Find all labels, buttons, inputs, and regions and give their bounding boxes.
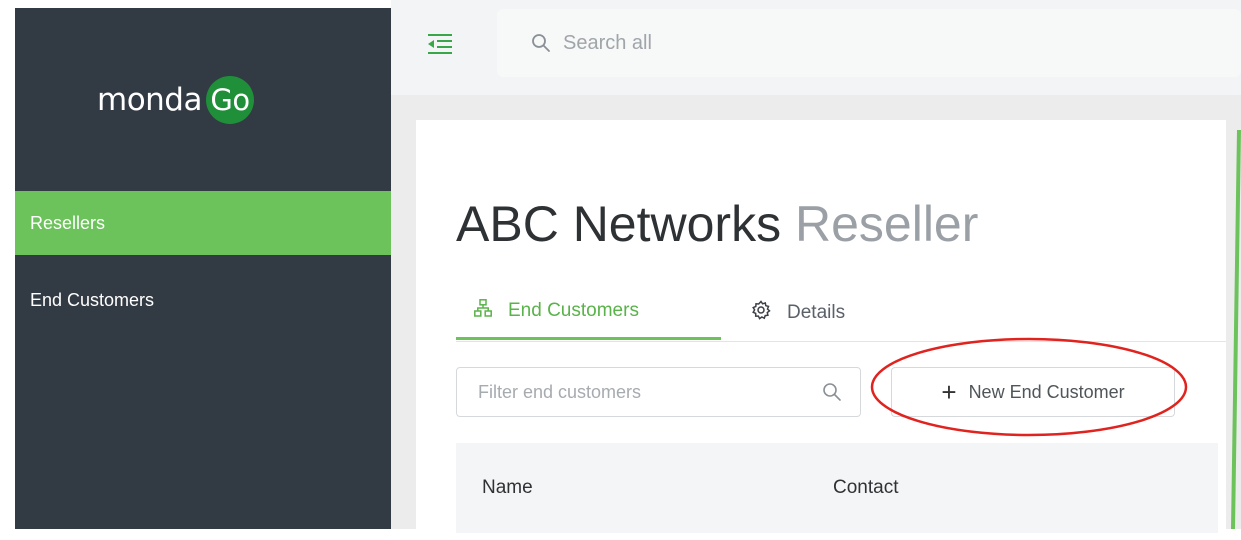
plus-icon: + bbox=[941, 377, 957, 407]
page-title-muted: Reseller bbox=[794, 196, 979, 252]
main-content: ABC Networks Reseller End Customers Deta… bbox=[391, 95, 1241, 540]
decorative-edge-line bbox=[1229, 129, 1241, 530]
sidebar-item-label: Resellers bbox=[30, 212, 106, 233]
sidebar: monda Go Resellers End Customers bbox=[15, 8, 391, 529]
sidebar-item-resellers[interactable]: Resellers bbox=[15, 191, 391, 255]
table-header: Name Contact bbox=[456, 443, 1218, 533]
sitemap-icon bbox=[474, 299, 508, 323]
global-search bbox=[497, 9, 1241, 77]
sidebar-item-end-customers[interactable]: End Customers bbox=[15, 268, 391, 332]
logo[interactable]: monda Go bbox=[97, 76, 254, 124]
logo-badge: Go bbox=[206, 76, 254, 124]
gear-icon bbox=[751, 299, 787, 326]
new-end-customer-button[interactable]: + New End Customer bbox=[891, 367, 1175, 417]
column-header-name[interactable]: Name bbox=[482, 477, 533, 499]
page-title: ABC Networks Reseller bbox=[456, 195, 978, 253]
search-input[interactable] bbox=[561, 30, 1165, 56]
tab-label: Details bbox=[787, 301, 846, 323]
top-bar bbox=[391, 0, 1241, 95]
tab-label: End Customers bbox=[508, 300, 639, 321]
search-icon bbox=[531, 33, 551, 53]
sidebar-item-label: End Customers bbox=[30, 289, 155, 310]
page-title-main: ABC Networks bbox=[456, 196, 782, 252]
tab-bar: End Customers Details bbox=[456, 285, 1226, 342]
logo-text: monda bbox=[97, 82, 203, 118]
search-icon[interactable] bbox=[822, 382, 842, 402]
column-header-contact[interactable]: Contact bbox=[833, 477, 898, 499]
filter-input[interactable] bbox=[476, 380, 800, 404]
content-card: ABC Networks Reseller End Customers Deta… bbox=[416, 120, 1226, 540]
tab-details[interactable]: Details bbox=[751, 285, 845, 340]
filter-box bbox=[456, 367, 861, 417]
tab-end-customers[interactable]: End Customers bbox=[456, 285, 721, 340]
menu-collapse-icon[interactable] bbox=[428, 33, 452, 55]
button-label: New End Customer bbox=[968, 381, 1125, 402]
